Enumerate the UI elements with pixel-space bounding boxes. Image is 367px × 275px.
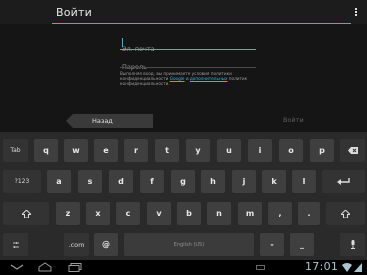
settings-icon: [12, 241, 19, 248]
key-d[interactable]: d: [109, 170, 133, 193]
key-g[interactable]: g: [171, 170, 195, 193]
key-dotcom[interactable]: .com: [64, 233, 89, 256]
key-shift-left[interactable]: [3, 202, 49, 225]
key-x[interactable]: x: [86, 202, 110, 225]
key-q[interactable]: q: [34, 139, 58, 162]
key-v[interactable]: v: [147, 202, 171, 225]
key-n[interactable]: n: [207, 202, 231, 225]
signin-button[interactable]: Войти: [283, 116, 304, 124]
key-tab[interactable]: Tab: [3, 139, 28, 162]
key-f[interactable]: f: [140, 170, 164, 193]
key-comma[interactable]: ,: [268, 202, 292, 225]
key-symbols[interactable]: ?123: [3, 170, 41, 193]
text-caret: [122, 38, 123, 47]
key-r[interactable]: r: [124, 139, 148, 162]
screen: Войти Выполняя вход, вы принимаете услов…: [0, 0, 367, 275]
key-h[interactable]: h: [201, 170, 225, 193]
key-i[interactable]: i: [248, 139, 272, 162]
enter-icon: [336, 177, 350, 185]
password-underline: [120, 67, 256, 68]
key-j[interactable]: j: [232, 170, 256, 193]
key-z[interactable]: z: [56, 202, 80, 225]
additional-privacy-link[interactable]: дополнительных: [190, 76, 228, 81]
key-b[interactable]: b: [177, 202, 201, 225]
key-c[interactable]: c: [116, 202, 140, 225]
email-field[interactable]: [120, 36, 256, 56]
wifi-icon: [342, 263, 352, 272]
key-o[interactable]: o: [279, 139, 303, 162]
key-at[interactable]: @: [94, 233, 118, 256]
mic-icon: [350, 240, 355, 249]
key-a[interactable]: a: [47, 170, 71, 193]
key-s[interactable]: s: [78, 170, 102, 193]
key-enter[interactable]: [322, 170, 365, 193]
system-navigation-bar: 17:01: [0, 260, 367, 275]
password-field[interactable]: [120, 54, 256, 74]
key-l[interactable]: l: [292, 170, 316, 193]
key-u[interactable]: u: [217, 139, 241, 162]
key-backspace[interactable]: [340, 139, 365, 162]
email-underline: [120, 49, 256, 50]
key-shift-right[interactable]: [326, 202, 365, 225]
key-underscore[interactable]: _: [290, 233, 314, 256]
home-icon[interactable]: [38, 262, 52, 272]
page-title: Войти: [56, 6, 92, 19]
key-voice[interactable]: [340, 233, 365, 256]
key-space[interactable]: English (US): [124, 233, 254, 256]
recent-apps-icon[interactable]: [68, 263, 82, 272]
shift-icon: [21, 209, 31, 218]
key-k[interactable]: k: [262, 170, 286, 193]
back-button[interactable]: Назад: [66, 114, 153, 128]
google-privacy-link[interactable]: Google: [170, 76, 185, 81]
status-clock: 17:01: [305, 260, 339, 273]
key-e[interactable]: e: [94, 139, 118, 162]
key-hyphen[interactable]: -: [260, 233, 284, 256]
key-period[interactable]: .: [298, 202, 320, 225]
keyboard-icon: [256, 265, 265, 270]
key-t[interactable]: t: [155, 139, 179, 162]
key-settings[interactable]: [3, 233, 28, 256]
key-m[interactable]: m: [238, 202, 262, 225]
back-button-label: Назад: [92, 117, 113, 125]
battery-icon: [354, 263, 362, 272]
action-bar: Войти: [0, 0, 367, 24]
hide-keyboard-icon[interactable]: [10, 264, 24, 270]
overflow-menu-icon[interactable]: [352, 8, 360, 18]
terms-text: Выполняя вход, вы принимаете условия пол…: [120, 71, 260, 86]
onscreen-keyboard: Tab q w e r t y u i o p ?123 a s d f g h…: [0, 132, 367, 260]
backspace-icon: [347, 147, 358, 154]
shift-icon: [341, 209, 350, 218]
key-y[interactable]: y: [186, 139, 210, 162]
key-w[interactable]: w: [64, 139, 88, 162]
key-p[interactable]: p: [310, 139, 334, 162]
